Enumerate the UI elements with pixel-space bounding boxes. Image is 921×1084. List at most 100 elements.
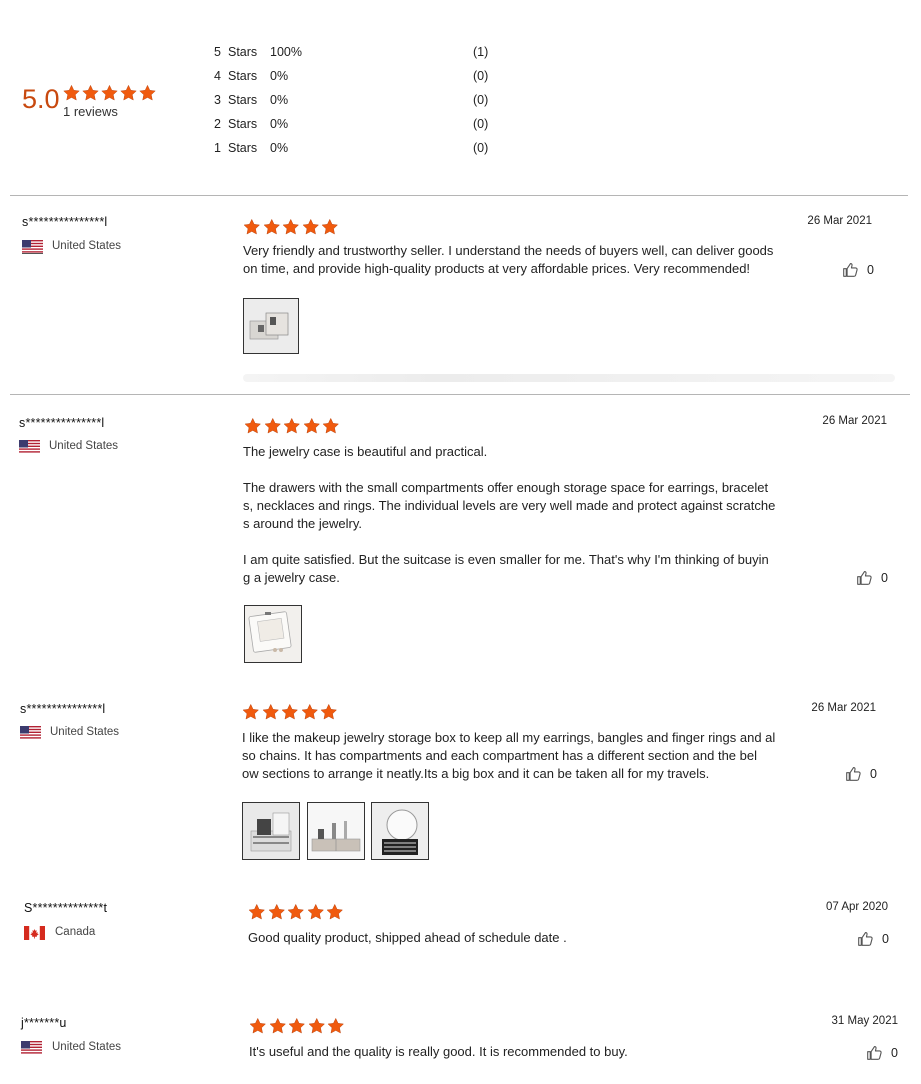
star-icon	[262, 218, 282, 236]
us-flag-icon	[22, 240, 43, 254]
thumbs-up-icon	[867, 1045, 882, 1060]
review-star-rating	[242, 218, 340, 236]
star-icon	[268, 1017, 288, 1035]
distribution-row-3-stars[interactable]: 3 Stars 0% (0)	[214, 93, 494, 109]
star-icon	[301, 218, 321, 236]
review-date: 26 Mar 2021	[822, 415, 887, 427]
star-level: 1	[214, 141, 221, 155]
thumbs-up-icon	[858, 931, 873, 946]
helpful-count: 0	[882, 931, 889, 946]
review-star-rating	[247, 903, 345, 921]
review-count: 1 reviews	[63, 104, 118, 119]
helpful-count: 0	[881, 570, 888, 585]
review-star-rating	[243, 417, 341, 435]
helpful-button[interactable]: 0	[842, 261, 874, 278]
review-text-line: on time, and provide high-quality produc…	[243, 261, 751, 276]
review-photo-thumbnail[interactable]	[244, 605, 302, 663]
star-icon	[242, 218, 262, 236]
star-count: (0)	[473, 93, 489, 107]
thumbs-up-icon	[857, 570, 872, 585]
jewelry-box-photo	[372, 803, 428, 859]
helpful-button[interactable]: 0	[857, 930, 889, 947]
summary-star-rating	[62, 84, 157, 102]
star-icon	[320, 218, 340, 236]
reviewer-name: S**************t	[24, 901, 108, 915]
helpful-count: 0	[891, 1045, 898, 1060]
review-text-line: The jewelry case is beautiful and practi…	[243, 444, 488, 459]
star-percent: 0%	[270, 93, 289, 107]
star-level: 4	[214, 69, 221, 83]
review-text-line: I am quite satisfied. But the suitcase i…	[243, 552, 769, 567]
us-flag-icon	[20, 726, 41, 740]
star-percent: 100%	[270, 45, 302, 59]
review-text: Good quality product, shipped ahead of s…	[248, 929, 808, 947]
star-icon	[302, 417, 322, 435]
reviewer-name: s***************l	[22, 215, 108, 229]
distribution-row-2-stars[interactable]: 2 Stars 0% (0)	[214, 117, 494, 133]
helpful-button[interactable]: 0	[866, 1044, 898, 1061]
star-icon	[280, 703, 300, 721]
summary-divider	[10, 195, 908, 196]
review-text: The jewelry case is beautiful and practi…	[243, 443, 803, 587]
star-unit: Stars	[228, 141, 258, 155]
star-icon	[241, 703, 261, 721]
distribution-row-4-stars[interactable]: 4 Stars 0% (0)	[214, 69, 494, 85]
review-photo-thumbnail[interactable]	[371, 802, 429, 860]
star-icon	[263, 417, 283, 435]
review-date: 26 Mar 2021	[811, 702, 876, 714]
review-text-line: It's useful and the quality is really go…	[249, 1044, 628, 1059]
star-level: 2	[214, 117, 221, 131]
review-photo-thumbnail[interactable]	[307, 802, 365, 860]
star-icon	[261, 703, 281, 721]
us-flag-icon	[21, 1041, 42, 1055]
jewelry-box-photo	[243, 803, 299, 859]
reviewer-country: United States	[50, 726, 120, 738]
helpful-button[interactable]: 0	[856, 569, 888, 586]
star-icon	[267, 903, 287, 921]
review-text-line: so chains. It has compartments and each …	[242, 748, 757, 763]
review-text: I like the makeup jewelry storage box to…	[242, 729, 802, 783]
star-icon	[325, 903, 345, 921]
reviewer-country: United States	[49, 440, 119, 452]
star-icon	[306, 903, 326, 921]
reviewer-name: s***************l	[19, 416, 105, 430]
distribution-row-5-stars[interactable]: 5 Stars 100% (1)	[214, 45, 494, 61]
star-icon	[281, 218, 301, 236]
star-icon	[100, 84, 119, 102]
review-text-line: s around the jewelry.	[243, 516, 362, 531]
review-text-line: ow sections to arrange it neatly.Its a b…	[242, 766, 710, 781]
star-unit: Stars	[228, 69, 258, 83]
review-text-line: I like the makeup jewelry storage box to…	[242, 730, 776, 745]
helpful-count: 0	[867, 262, 874, 277]
thumbs-up-icon	[843, 262, 858, 277]
star-icon	[282, 417, 302, 435]
review-text-line: g a jewelry case.	[243, 570, 340, 585]
review-text: It's useful and the quality is really go…	[249, 1043, 809, 1061]
star-icon	[300, 703, 320, 721]
star-icon	[321, 417, 341, 435]
review-text: Very friendly and trustworthy seller. I …	[243, 242, 803, 278]
reviewer-country: United States	[52, 240, 122, 252]
review-text-line: Very friendly and trustworthy seller. I …	[243, 243, 774, 258]
jewelry-case-photo	[245, 606, 301, 662]
canada-flag-icon	[24, 926, 45, 940]
review-date: 07 Apr 2020	[825, 901, 888, 913]
star-icon	[248, 1017, 268, 1035]
helpful-button[interactable]: 0	[845, 765, 877, 782]
review-photo-thumbnail[interactable]	[243, 298, 299, 354]
review-text-line: s, necklaces and rings. The individual l…	[243, 498, 776, 513]
review-text-line: Good quality product, shipped ahead of s…	[248, 930, 567, 945]
star-count: (0)	[473, 117, 489, 131]
star-percent: 0%	[270, 69, 289, 83]
star-icon	[319, 703, 339, 721]
jewelry-box-photo	[308, 803, 364, 859]
scroll-fade-bar	[243, 374, 895, 382]
distribution-row-1-stars[interactable]: 1 Stars 0% (0)	[214, 141, 494, 157]
review-divider	[10, 394, 910, 395]
review-photo-thumbnail[interactable]	[242, 802, 300, 860]
star-icon	[138, 84, 157, 102]
star-icon	[243, 417, 263, 435]
us-flag-icon	[19, 440, 40, 454]
